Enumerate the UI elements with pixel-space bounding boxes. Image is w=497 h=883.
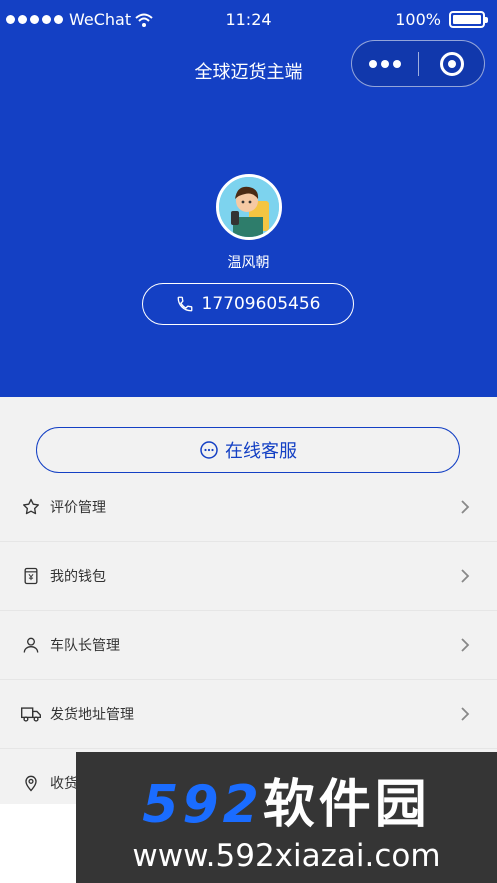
menu-item-label: 我的钱包 (50, 569, 106, 585)
watermark-brand-text: 软件园 (262, 775, 431, 835)
chevron-right-icon (461, 500, 470, 514)
battery-percent: 100% (395, 10, 441, 29)
close-miniprogram-button[interactable] (419, 51, 484, 76)
watermark-banner: 592软件园 www.592xiazai.com (76, 752, 497, 883)
phone-icon (177, 296, 192, 312)
miniprogram-capsule (351, 40, 485, 87)
location-icon (20, 772, 42, 794)
more-menu-icon[interactable] (352, 59, 418, 68)
menu-item-label: 车队长管理 (50, 638, 120, 654)
wallet-icon (20, 565, 42, 587)
battery-group: 100% (395, 10, 488, 29)
avatar-illustration (219, 177, 279, 237)
menu-item-reviews[interactable]: 评价管理 (0, 473, 497, 542)
chevron-right-icon (461, 569, 470, 583)
person-icon (20, 634, 42, 656)
user-name: 温风朝 (227, 255, 270, 271)
chevron-right-icon (461, 638, 470, 652)
phone-number: 17709605456 (201, 294, 321, 314)
truck-icon (20, 703, 42, 725)
phone-button[interactable]: 17709605456 (142, 283, 354, 325)
avatar[interactable] (216, 174, 282, 240)
status-bar: WeChat 11:24 100% (0, 0, 497, 38)
chat-bubble-icon (200, 441, 218, 459)
watermark-brand: 592软件园 (76, 762, 497, 837)
watermark-url: www.592xiazai.com (132, 838, 441, 874)
menu-item-wallet[interactable]: 我的钱包 (0, 542, 497, 611)
bottom-area (0, 804, 76, 883)
menu-item-fleet-leader[interactable]: 车队长管理 (0, 611, 497, 680)
target-icon (439, 51, 464, 76)
star-icon (20, 496, 42, 518)
watermark-brand-number: 592 (142, 775, 263, 835)
chevron-right-icon (461, 707, 470, 721)
menu-item-shipping-address[interactable]: 发货地址管理 (0, 680, 497, 749)
profile-header: WeChat 11:24 100% 全球迈货主端 温风朝 17709605456 (0, 0, 497, 397)
menu-item-label: 评价管理 (50, 500, 106, 516)
online-service-label: 在线客服 (225, 441, 297, 462)
battery-icon (449, 11, 488, 28)
menu-item-label: 发货地址管理 (50, 707, 134, 723)
online-service-button[interactable]: 在线客服 (36, 427, 460, 473)
